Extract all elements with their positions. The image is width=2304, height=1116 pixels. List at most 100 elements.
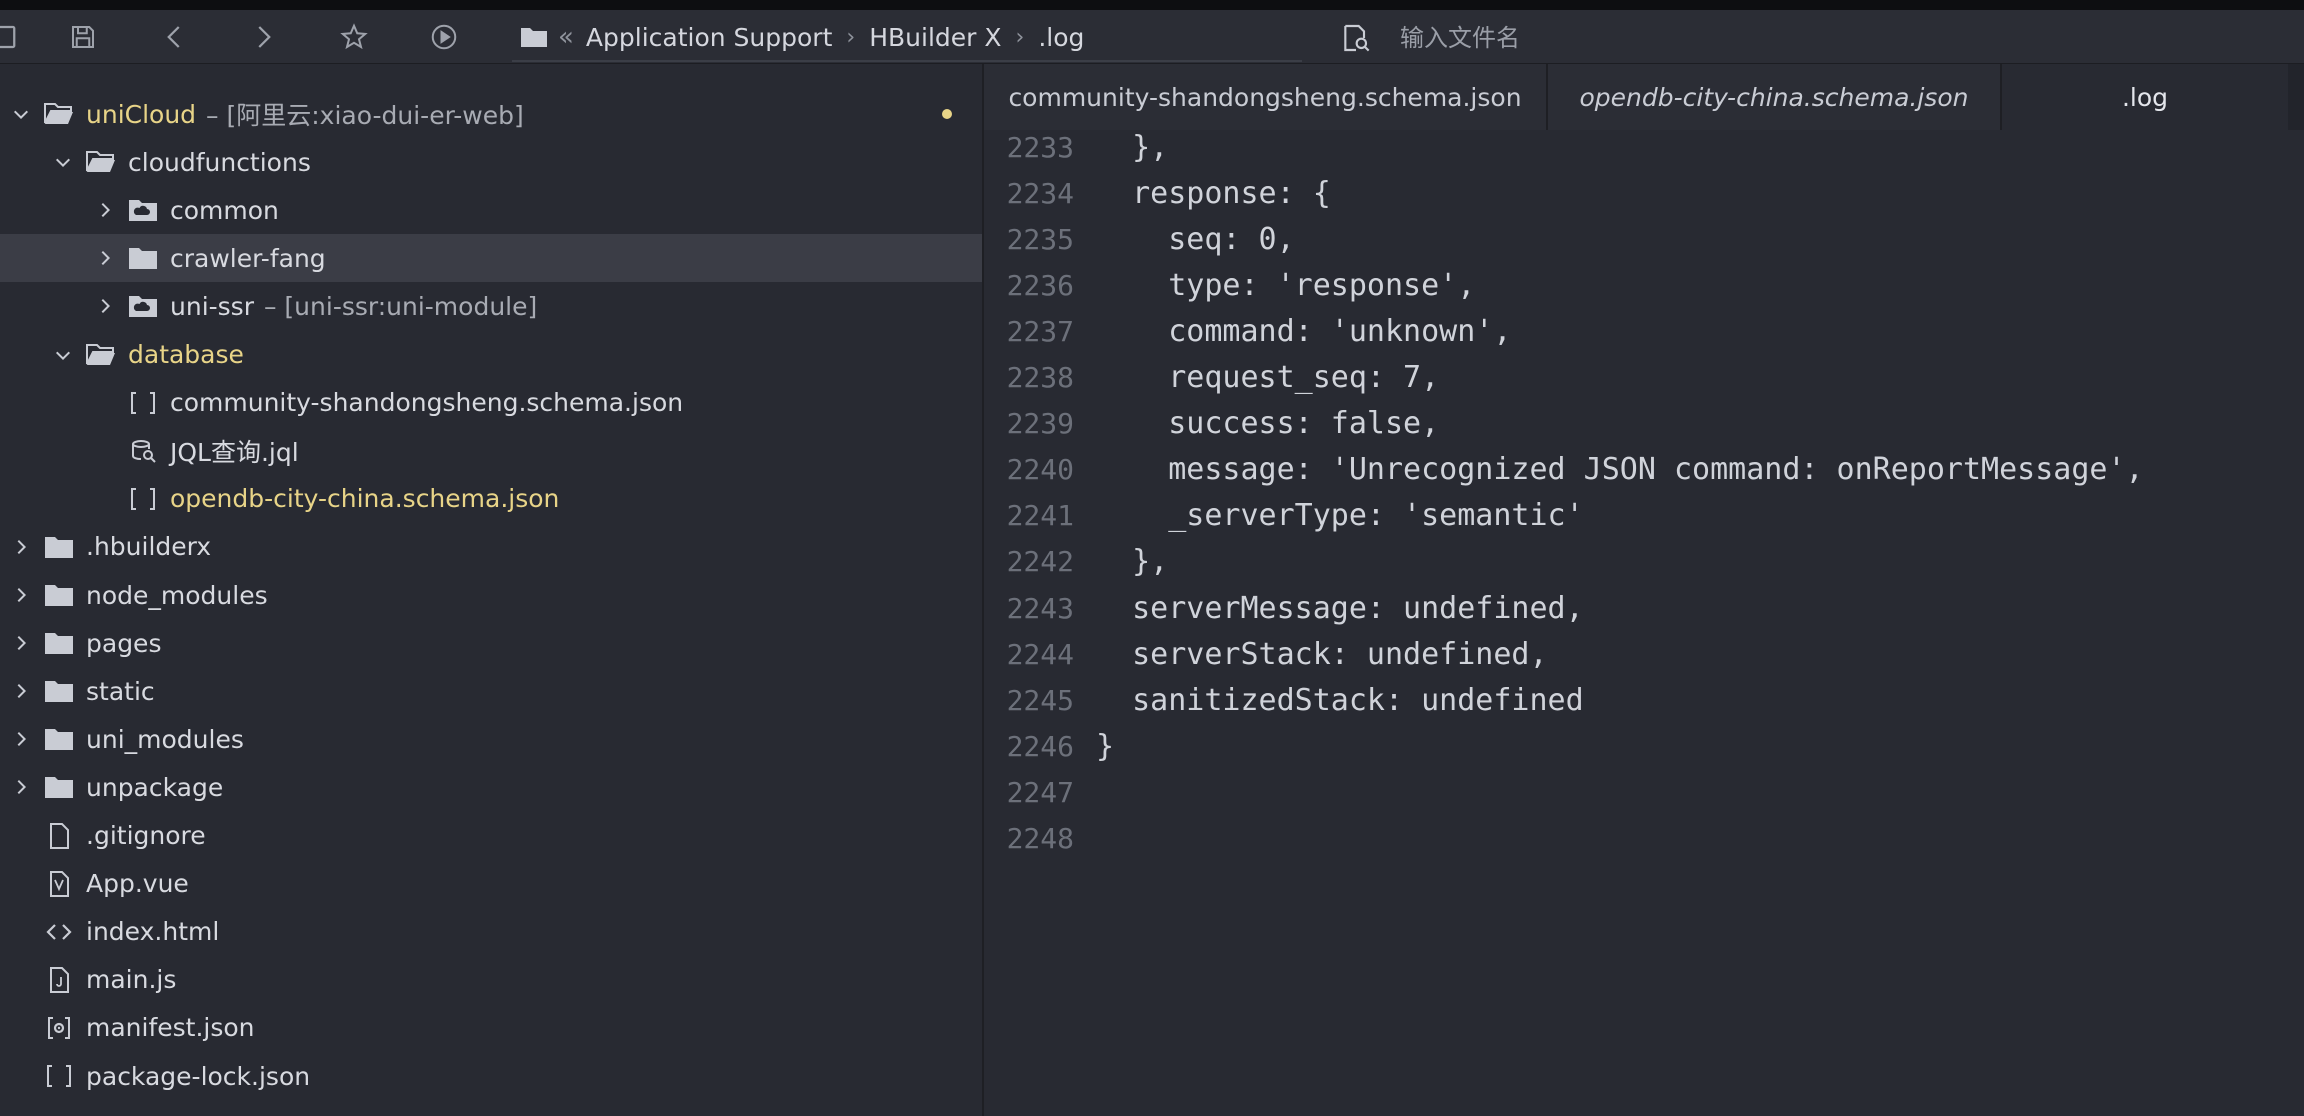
tree-item-label: uniCloud <box>86 99 197 129</box>
vue-file-icon <box>42 869 76 899</box>
code-line[interactable]: 2248 <box>984 816 2304 862</box>
tree-item-label: pages <box>86 628 162 658</box>
code-line[interactable]: 2234 response: { <box>984 170 2304 216</box>
js-file-icon <box>42 965 76 995</box>
tab-bar-scrollbar[interactable] <box>2288 64 2304 130</box>
tree-item-uni-modules[interactable]: uni_modules <box>0 715 974 763</box>
code-line[interactable]: 2242 }, <box>984 539 2304 585</box>
chevron-right-icon[interactable] <box>8 582 34 608</box>
tab-opendb-city-china-schema-json[interactable]: opendb-city-china.schema.json <box>1548 64 2002 130</box>
tab-community-shandongsheng-schema-json[interactable]: community-shandongsheng.schema.json <box>984 64 1548 130</box>
code-line[interactable]: 2237 command: 'unknown', <box>984 308 2304 354</box>
code-text: message: 'Unrecognized JSON command: onR… <box>1096 452 2144 488</box>
folder-icon <box>42 724 76 754</box>
code-text: serverStack: undefined, <box>1096 636 1548 672</box>
chevron-down-icon[interactable] <box>50 342 76 368</box>
code-line[interactable]: 2238 request_seq: 7, <box>984 355 2304 401</box>
back-icon[interactable] <box>158 20 192 54</box>
breadcrumb-underline <box>512 60 1302 62</box>
tree-item-main-js[interactable]: main.js <box>0 956 974 1004</box>
line-number: 2245 <box>1006 683 1074 717</box>
file-search-input[interactable] <box>1398 18 2262 58</box>
tree-item-hbuilderx[interactable]: .hbuilderx <box>0 523 974 571</box>
tree-item-opendb-city-china-schema-json[interactable]: opendb-city-china.schema.jsonM <box>0 475 982 523</box>
code-line[interactable]: 2246} <box>984 723 2304 769</box>
line-number: 2236 <box>1006 268 1074 302</box>
folder-icon <box>126 243 160 273</box>
tree-item-static[interactable]: static <box>0 667 974 715</box>
tree-item-label: manifest.json <box>86 1013 255 1043</box>
line-number: 2248 <box>1006 822 1074 855</box>
tree-item-manifest-json[interactable]: manifest.json <box>0 1004 974 1052</box>
code-line[interactable]: 2244 serverStack: undefined, <box>984 631 2304 677</box>
breadcrumb-item-log[interactable]: .log <box>1038 23 1084 52</box>
line-number: 2239 <box>1006 407 1074 441</box>
breadcrumb-item-application-support[interactable]: Application Support <box>586 23 832 52</box>
tree-item-pages[interactable]: pages <box>0 619 974 667</box>
chevron-down-icon[interactable] <box>50 149 76 175</box>
folder-open-icon <box>42 99 76 129</box>
code-text: } <box>1096 728 1115 764</box>
breadcrumb-item-hbuilderx[interactable]: HBuilder X <box>869 23 1001 52</box>
breadcrumb-overflow-icon[interactable]: « <box>558 22 574 52</box>
tree-item-unicloud[interactable]: uniCloud – [阿里云:xiao-dui-er-web] <box>0 90 974 138</box>
manifest-file-icon <box>42 1013 76 1043</box>
chevron-right-icon[interactable] <box>92 197 118 223</box>
breadcrumb-separator-icon: › <box>846 24 856 50</box>
tree-item-node-modules[interactable]: node_modules <box>0 571 974 619</box>
forward-icon[interactable] <box>246 20 280 54</box>
code-line[interactable]: 2233 }, <box>984 124 2304 170</box>
tree-item-community-shandongsheng-schema-json[interactable]: community-shandongsheng.schema.json <box>0 379 982 427</box>
line-number: 2234 <box>1006 176 1074 210</box>
save-icon[interactable] <box>66 20 100 54</box>
code-line[interactable]: 2236 type: 'response', <box>984 262 2304 308</box>
cloud-folder-icon <box>126 195 160 225</box>
tree-item-suffix: – [uni-ssr:uni-module] <box>263 291 538 321</box>
code-line[interactable]: 2239 success: false, <box>984 401 2304 447</box>
tree-item-jql-jql[interactable]: JQL查询.jql <box>0 427 982 475</box>
tab-log[interactable]: .log <box>2002 64 2288 130</box>
tree-item-crawler-fang[interactable]: crawler-fang <box>0 234 982 283</box>
code-line[interactable]: 2240 message: 'Unrecognized JSON command… <box>984 447 2304 493</box>
tree-item-index-html[interactable]: index.html <box>0 908 974 956</box>
code-line[interactable]: 2245 sanitizedStack: undefined <box>984 677 2304 723</box>
tree-item-cloudfunctions[interactable]: cloudfunctions <box>0 138 982 186</box>
chevron-right-icon[interactable] <box>8 774 34 800</box>
line-number: 2246 <box>1006 729 1074 763</box>
tree-item-label: .hbuilderx <box>86 532 212 562</box>
chevron-right-icon[interactable] <box>92 245 118 271</box>
code-line[interactable]: 2241 _serverType: 'semantic' <box>984 493 2304 539</box>
tree-item-label: cloudfunctions <box>128 147 311 177</box>
tree-item-database[interactable]: database <box>0 331 982 379</box>
chevron-right-icon[interactable] <box>8 678 34 704</box>
chevron-right-icon[interactable] <box>8 630 34 656</box>
line-number: 2235 <box>1006 222 1074 256</box>
chevron-right-icon[interactable] <box>8 726 34 752</box>
file-search-icon <box>1344 24 1370 52</box>
code-editor[interactable]: 2233 }, 2234 response: {2235 seq: 0, 2236 … <box>984 130 2304 1116</box>
code-text: command: 'unknown', <box>1096 313 1512 349</box>
tree-item-package-lock-json[interactable]: package-lock.json <box>0 1052 974 1100</box>
star-icon[interactable] <box>337 20 371 54</box>
cloud-folder-icon <box>126 291 160 321</box>
folder-icon <box>520 25 548 49</box>
tree-item-app-vue[interactable]: App.vue <box>0 860 974 908</box>
chevron-right-icon[interactable] <box>8 534 34 560</box>
tree-item-gitignore[interactable]: .gitignore <box>0 812 974 860</box>
tree-item-unpackage[interactable]: unpackage <box>0 763 974 811</box>
chevron-right-icon[interactable] <box>92 293 118 319</box>
tree-item-label: community-shandongsheng.schema.json <box>170 388 684 418</box>
tree-item-label: package-lock.json <box>86 1061 311 1091</box>
code-text: _serverType: 'semantic' <box>1096 498 1584 534</box>
tree-item-common[interactable]: common <box>0 186 982 234</box>
tree-item-uni-ssr[interactable]: uni-ssr – [uni-ssr:uni-module] <box>0 282 982 330</box>
run-icon[interactable] <box>427 20 461 54</box>
window-top-strip <box>0 0 2304 10</box>
chevron-down-icon[interactable] <box>8 101 34 127</box>
code-line[interactable]: 2247 <box>984 769 2304 815</box>
toolbar: « Application Support › HBuilder X › .lo… <box>0 10 2304 64</box>
code-line[interactable]: 2243 serverMessage: undefined, <box>984 585 2304 631</box>
sidebar-toggle-icon[interactable] <box>0 20 20 54</box>
tree-item-label: database <box>128 340 244 369</box>
code-line[interactable]: 2235 seq: 0, <box>984 216 2304 262</box>
